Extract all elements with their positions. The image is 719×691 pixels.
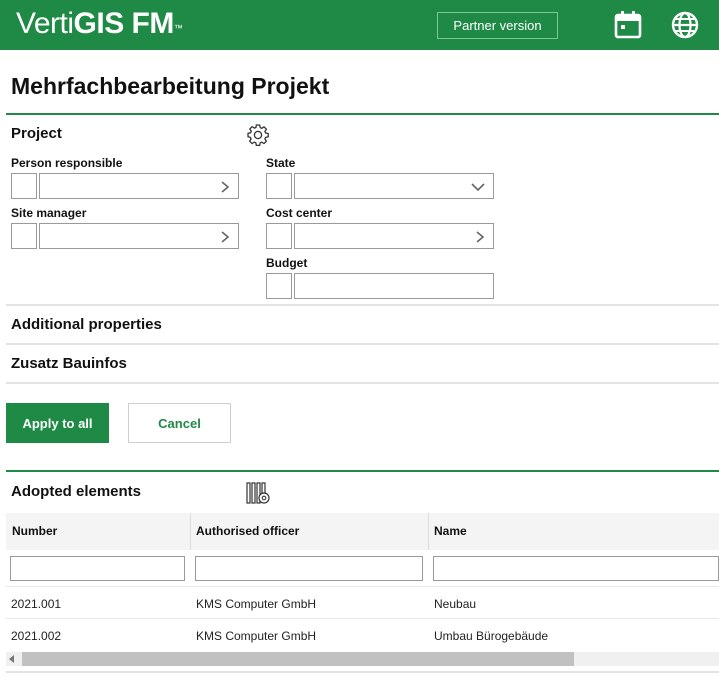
project-section-title[interactable]: Project [11, 125, 62, 142]
filter-number-input[interactable] [10, 556, 185, 581]
cell-number: 2021.002 [11, 629, 62, 643]
budget-label: Budget [266, 256, 308, 270]
section-divider [6, 343, 719, 345]
top-bar: VertiGIS FM™ Partner version [0, 0, 719, 50]
calendar-icon[interactable] [614, 11, 642, 39]
cost-center-picker[interactable] [294, 223, 494, 249]
brand-logo[interactable]: VertiGIS FM™ [16, 6, 183, 42]
cell-number: 2021.001 [11, 597, 62, 611]
state-select[interactable] [294, 173, 494, 199]
column-header-authorised-officer[interactable]: Authorised officer [190, 513, 428, 550]
chevron-right-icon [221, 231, 230, 243]
section-divider [6, 382, 719, 384]
adopted-elements-title: Adopted elements [11, 483, 142, 500]
state-checkbox[interactable] [266, 173, 292, 199]
chevron-right-icon [476, 231, 485, 243]
brand-trademark: ™ [173, 23, 183, 33]
adopted-divider [6, 470, 719, 472]
page-title: Mehrfachbearbeitung Projekt [11, 73, 330, 99]
cost-center-checkbox[interactable] [266, 223, 292, 249]
person-responsible-checkbox[interactable] [11, 173, 37, 199]
budget-input[interactable] [294, 273, 494, 299]
site-manager-label: Site manager [11, 206, 87, 220]
person-responsible-picker[interactable] [39, 173, 239, 199]
zusatz-bauinfos-section-title[interactable]: Zusatz Bauinfos [11, 355, 127, 372]
globe-icon[interactable] [671, 11, 699, 39]
site-manager-picker[interactable] [39, 223, 239, 249]
brand-name-light: Verti [16, 7, 74, 40]
site-manager-checkbox[interactable] [11, 223, 37, 249]
grid-header: Number Authorised officer Name [6, 513, 719, 550]
horizontal-scrollbar[interactable] [6, 652, 719, 666]
apply-to-all-button[interactable]: Apply to all [6, 403, 109, 443]
cell-name: Umbau Bürogebäude [434, 629, 549, 643]
partner-version-button[interactable]: Partner version [437, 12, 558, 39]
scrollbar-thumb[interactable] [22, 652, 574, 666]
column-header-name[interactable]: Name [428, 513, 719, 550]
chevron-right-icon [221, 181, 230, 193]
filter-authorised-officer-input[interactable] [195, 556, 423, 581]
scroll-left-icon[interactable] [9, 655, 15, 663]
column-header-number[interactable]: Number [6, 513, 190, 550]
budget-checkbox[interactable] [266, 273, 292, 299]
column-settings-icon[interactable] [246, 481, 272, 510]
brand-name-bold: GIS FM [73, 7, 175, 40]
person-responsible-label: Person responsible [11, 156, 123, 170]
filter-name-input[interactable] [433, 556, 719, 581]
cell-authorised-officer: KMS Computer GmbH [196, 629, 317, 643]
bottom-divider [6, 671, 719, 673]
chevron-down-icon [471, 183, 485, 192]
title-divider [6, 113, 719, 115]
gear-icon[interactable] [246, 123, 270, 152]
state-label: State [266, 156, 296, 170]
cell-authorised-officer: KMS Computer GmbH [196, 597, 317, 611]
row-divider [6, 618, 719, 619]
cancel-button[interactable]: Cancel [128, 403, 231, 443]
section-divider [6, 304, 719, 306]
row-divider [6, 586, 719, 587]
cell-name: Neubau [434, 597, 477, 611]
additional-properties-section-title[interactable]: Additional properties [11, 316, 162, 333]
cost-center-label: Cost center [266, 206, 333, 220]
